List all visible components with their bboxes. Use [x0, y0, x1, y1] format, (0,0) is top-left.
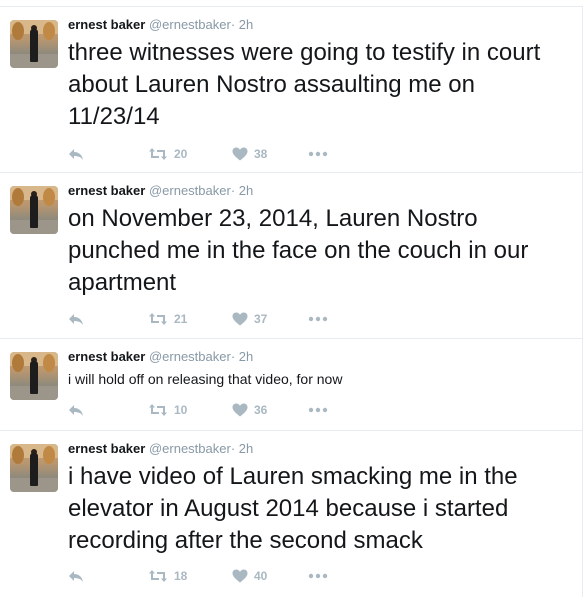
avatar[interactable]: [10, 444, 58, 492]
timestamp[interactable]: 2h: [239, 183, 253, 198]
like-count: 37: [254, 312, 268, 326]
more-button[interactable]: [308, 568, 328, 584]
tweet-text: i have video of Lauren smacking me in th…: [68, 463, 518, 554]
more-icon: [308, 151, 328, 157]
more-button[interactable]: [308, 402, 328, 418]
user-name[interactable]: ernest baker: [68, 349, 145, 364]
more-icon: [308, 316, 328, 322]
user-handle[interactable]: @ernestbaker: [149, 349, 231, 364]
tweet-text: on November 23, 2014, Lauren Nostro punc…: [68, 205, 529, 296]
retweet-button[interactable]: 18: [148, 568, 187, 584]
avatar[interactable]: [10, 20, 58, 68]
like-count: 36: [254, 403, 268, 417]
tweet-header: ernest baker @ernestbaker· 2h: [68, 183, 253, 199]
like-button[interactable]: 38: [232, 146, 267, 162]
like-button[interactable]: 36: [232, 402, 267, 418]
timestamp[interactable]: 2h: [239, 441, 253, 456]
avatar[interactable]: [10, 352, 58, 400]
user-name[interactable]: ernest baker: [68, 17, 145, 32]
reply-icon: [68, 147, 84, 161]
separator: ·: [230, 183, 236, 198]
retweet-icon: [148, 403, 168, 417]
separator: ·: [230, 441, 236, 456]
user-handle[interactable]: @ernestbaker: [149, 17, 231, 32]
reply-button[interactable]: [68, 568, 84, 584]
tweet[interactable]: ernest baker @ernestbaker· 2h on Novembe…: [0, 172, 583, 339]
tweet-header: ernest baker @ernestbaker· 2h: [68, 441, 253, 457]
like-count: 38: [254, 147, 268, 161]
separator: ·: [230, 349, 236, 364]
tweet[interactable]: ernest baker @ernestbaker· 2h three witn…: [0, 6, 583, 173]
more-icon: [308, 407, 328, 413]
heart-icon: [232, 312, 248, 326]
user-name[interactable]: ernest baker: [68, 441, 145, 456]
heart-icon: [232, 403, 248, 417]
tweet-actions: 21 37: [68, 311, 368, 327]
retweet-count: 10: [174, 403, 188, 417]
more-icon: [308, 573, 328, 579]
tweet-actions: 20 38: [68, 146, 368, 162]
retweet-icon: [148, 147, 168, 161]
user-handle[interactable]: @ernestbaker: [149, 183, 231, 198]
reply-button[interactable]: [68, 311, 84, 327]
tweet-text: i will hold off on releasing that video,…: [68, 371, 343, 387]
avatar[interactable]: [10, 186, 58, 234]
like-button[interactable]: 37: [232, 311, 267, 327]
reply-icon: [68, 312, 84, 326]
timestamp[interactable]: 2h: [239, 349, 253, 364]
retweet-button[interactable]: 20: [148, 146, 187, 162]
like-count: 40: [254, 569, 268, 583]
like-button[interactable]: 40: [232, 568, 267, 584]
heart-icon: [232, 569, 248, 583]
retweet-icon: [148, 312, 168, 326]
tweet-actions: 10 36: [68, 402, 368, 418]
reply-icon: [68, 403, 84, 417]
retweet-count: 18: [174, 569, 188, 583]
heart-icon: [232, 147, 248, 161]
tweet[interactable]: ernest baker @ernestbaker· 2h i have vid…: [0, 430, 583, 597]
retweet-button[interactable]: 10: [148, 402, 187, 418]
tweet-text: three witnesses were going to testify in…: [68, 39, 541, 130]
retweet-count: 20: [174, 147, 188, 161]
more-button[interactable]: [308, 146, 328, 162]
timestamp[interactable]: 2h: [239, 17, 253, 32]
more-button[interactable]: [308, 311, 328, 327]
reply-icon: [68, 569, 84, 583]
retweet-icon: [148, 569, 168, 583]
tweet-actions: 18 40: [68, 568, 368, 584]
user-handle[interactable]: @ernestbaker: [149, 441, 231, 456]
retweet-button[interactable]: 21: [148, 311, 187, 327]
retweet-count: 21: [174, 312, 188, 326]
tweet-header: ernest baker @ernestbaker· 2h: [68, 349, 253, 365]
tweet[interactable]: ernest baker @ernestbaker· 2h i will hol…: [0, 338, 583, 431]
reply-button[interactable]: [68, 146, 84, 162]
tweet-header: ernest baker @ernestbaker· 2h: [68, 17, 253, 33]
reply-button[interactable]: [68, 402, 84, 418]
user-name[interactable]: ernest baker: [68, 183, 145, 198]
separator: ·: [230, 17, 236, 32]
